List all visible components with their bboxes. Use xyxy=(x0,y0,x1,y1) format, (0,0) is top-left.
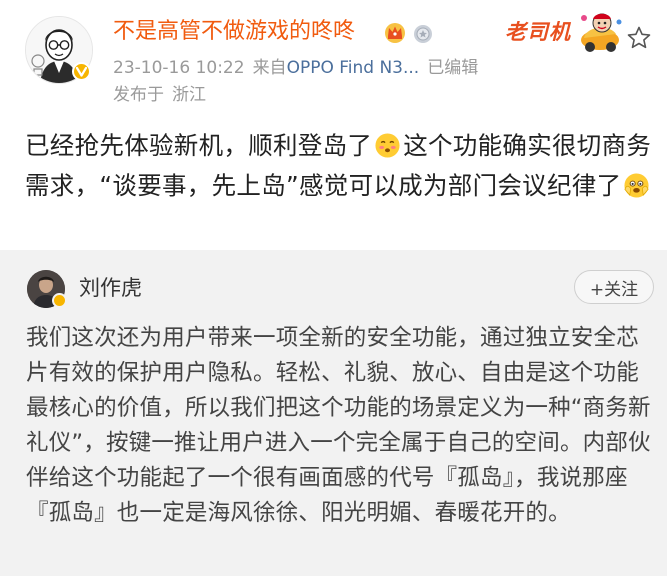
quote-author-name[interactable]: 刘作虎 xyxy=(79,274,142,302)
device-link[interactable]: OPPO Find N3... xyxy=(287,58,420,78)
location-value: 浙江 xyxy=(172,85,206,105)
quote-body: 我们这次还为用户带来一项全新的安全功能，通过独立安全芯片有效的保护用户隐私。轻松… xyxy=(26,325,651,526)
follow-button[interactable]: +关注 xyxy=(574,270,654,304)
fearful-face-icon xyxy=(624,173,649,198)
favorite-star-button[interactable] xyxy=(625,24,653,52)
post-author-name[interactable]: 不是高管不做游戏的咚咚 xyxy=(113,18,355,46)
blushing-face-icon xyxy=(375,133,400,158)
weibo-post-card: 不是高管不做游戏的咚咚 23-10-16 10:22 来自OPPO Find N3… xyxy=(0,0,667,250)
post-meta: 23-10-16 10:22 来自OPPO Find N3... 已编辑 xyxy=(113,57,486,79)
edited-label[interactable]: 已编辑 xyxy=(427,58,478,78)
star-icon xyxy=(627,26,651,49)
post-time: 23-10-16 10:22 xyxy=(113,58,245,78)
quote-verified-badge-icon xyxy=(52,293,67,308)
post-body-part-1: 已经抢先体验新机，顺利登岛了 xyxy=(25,131,373,160)
sticker-caption: 老司机 xyxy=(505,20,571,44)
post-location: 发布于 浙江 xyxy=(113,84,214,106)
location-prefix: 发布于 xyxy=(113,85,164,105)
medal-badge-icon[interactable] xyxy=(412,22,434,44)
source-prefix: 来自 xyxy=(252,58,287,78)
crown-badge-icon[interactable] xyxy=(383,20,407,44)
post-body: 已经抢先体验新机，顺利登岛了 这个功能确实很切商务需求，“谈要事，先上岛”感觉可… xyxy=(25,126,653,206)
verified-badge-icon xyxy=(72,62,91,81)
